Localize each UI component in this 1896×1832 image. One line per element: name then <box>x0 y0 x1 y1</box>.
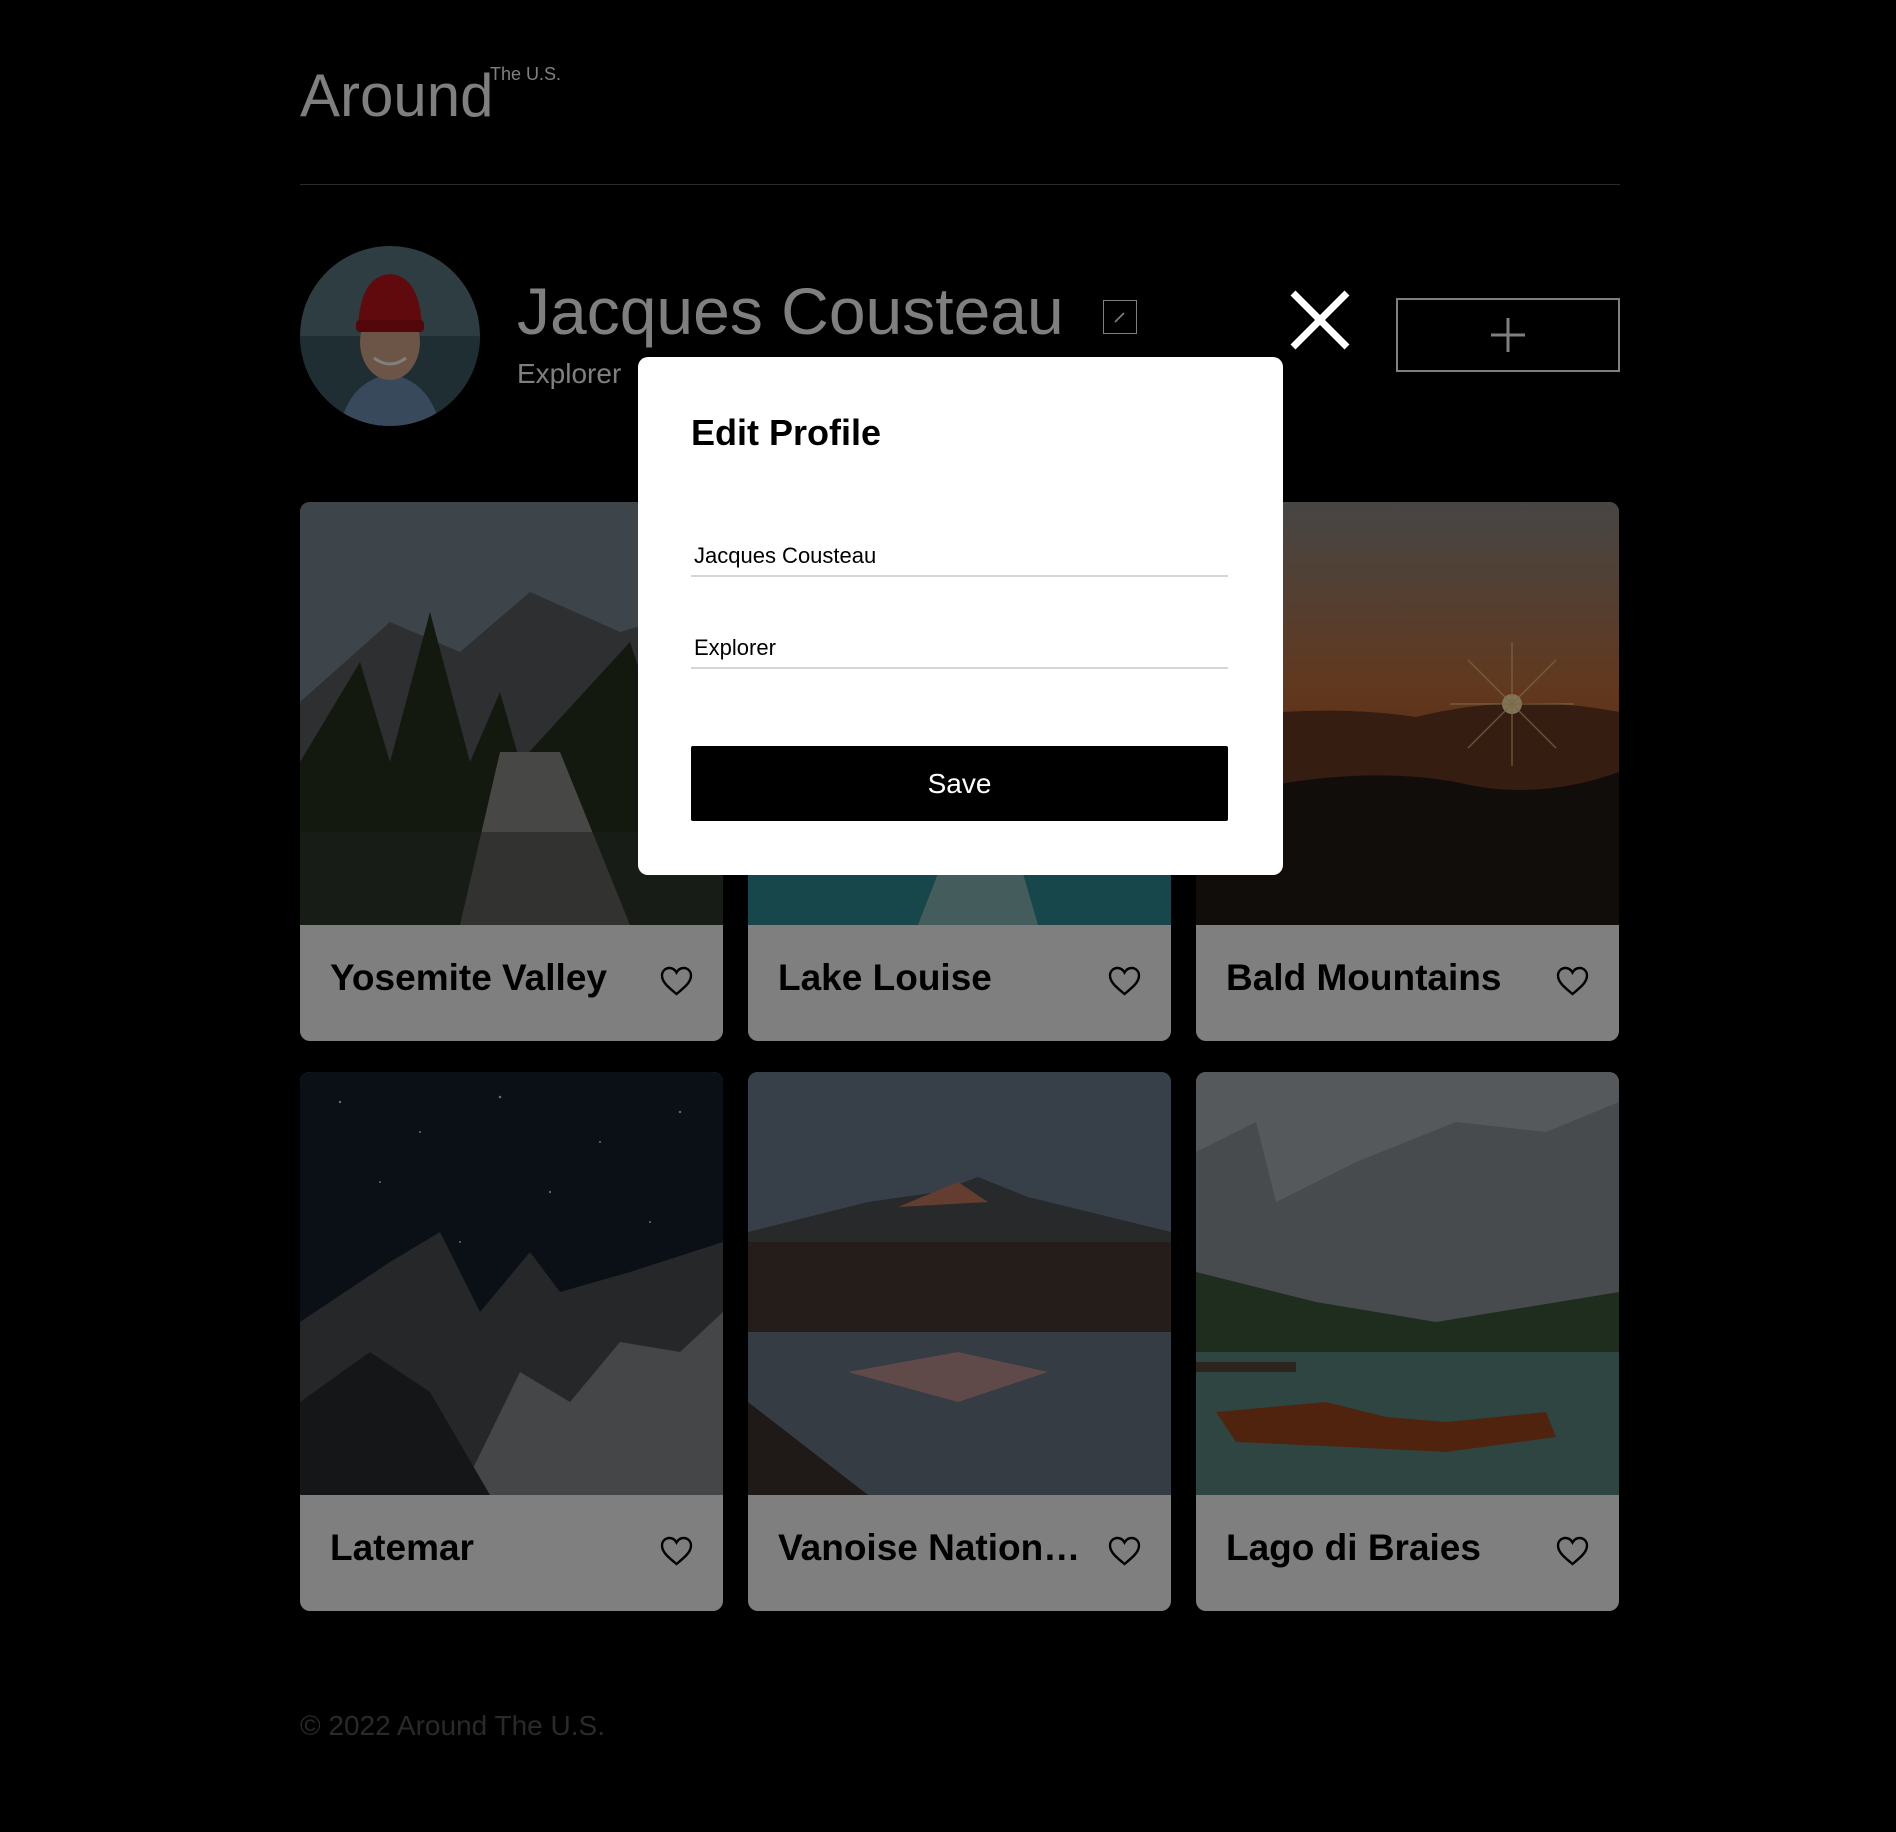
modal-overlay[interactable] <box>0 0 1896 1832</box>
save-button[interactable]: Save <box>691 746 1228 821</box>
modal-title: Edit Profile <box>691 412 882 453</box>
close-icon <box>1290 290 1350 350</box>
close-modal-button[interactable] <box>1289 289 1351 351</box>
edit-profile-modal: Edit Profile Save <box>638 357 1283 875</box>
about-input[interactable] <box>691 629 1228 669</box>
name-input[interactable] <box>691 537 1228 577</box>
